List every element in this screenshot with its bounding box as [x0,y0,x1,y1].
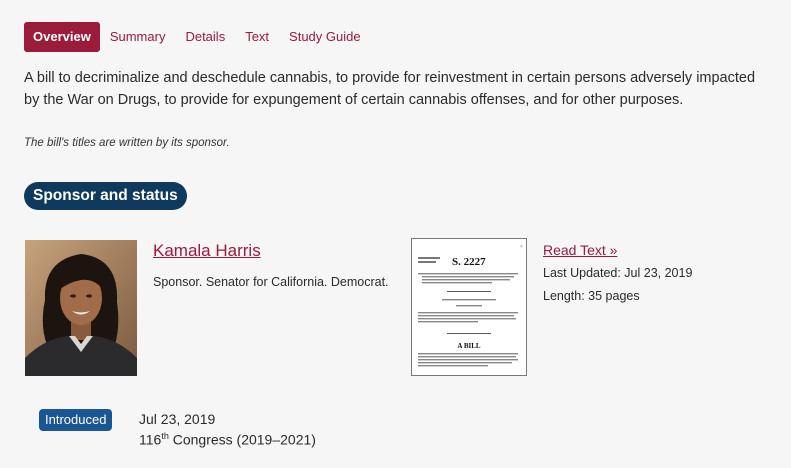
sponsor-photo [25,240,137,376]
sponsor-portrait-image [25,240,137,376]
congress-years: Congress (2019–2021) [168,431,316,448]
congress-number: 116 [139,431,162,448]
last-updated-text: Last Updated: Jul 23, 2019 [543,266,693,280]
bill-number-label: S. 2227 [452,256,486,268]
tab-study-guide[interactable]: Study Guide [279,22,371,52]
tab-details[interactable]: Details [175,22,235,52]
sponsor-name-link[interactable]: Kamala Harris [153,241,261,261]
length-text: Length: 35 pages [543,289,640,303]
introduced-date: Jul 23, 2019 [139,411,216,427]
tab-overview[interactable]: Overview [24,22,100,52]
tab-summary[interactable]: Summary [100,22,176,52]
svg-text:×: × [520,245,523,250]
section-heading-sponsor-status: Sponsor and status [24,182,187,210]
tab-text[interactable]: Text [235,22,279,52]
status-badge: Introduced [39,409,113,431]
sponsor-description: Sponsor. Senator for California. Democra… [153,275,389,289]
bill-doc-heading: A BILL [457,342,480,350]
bill-title: A bill to decriminalize and deschedule c… [24,70,756,108]
bill-document-preview: × S. 2227 A BILL [412,239,526,375]
congress-suffix: th [161,431,169,441]
bill-text-thumbnail[interactable]: × S. 2227 A BILL [411,238,527,376]
bill-tabs: Overview Summary Details Text Study Guid… [24,22,371,52]
read-text-link[interactable]: Read Text » [543,242,617,258]
congress-session: 116th Congress (2019–2021) [139,431,316,448]
titles-note: The bill's titles are written by its spo… [24,137,230,149]
